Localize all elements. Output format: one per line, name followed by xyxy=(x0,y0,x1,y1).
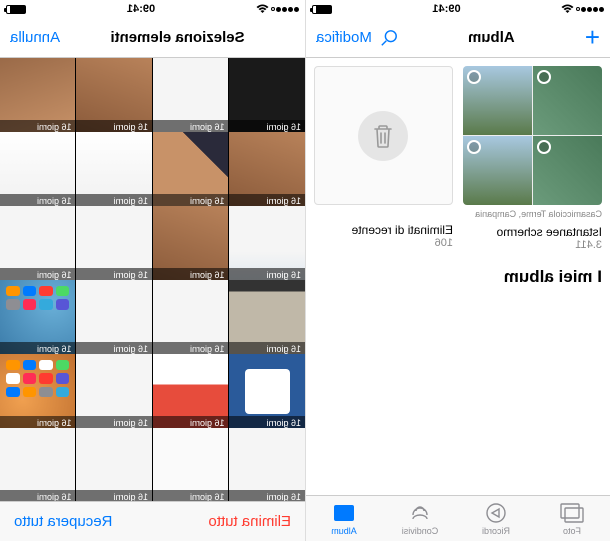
photo-item[interactable]: 16 giorni xyxy=(0,206,76,282)
photo-item[interactable]: 16 giorni xyxy=(153,354,229,430)
photo-item[interactable]: 16 giorni xyxy=(0,58,76,134)
trash-icon xyxy=(373,123,395,149)
battery-icon xyxy=(6,5,26,14)
delete-all-button[interactable]: Elimina tutto xyxy=(208,513,291,530)
album-name: Istantanee schermo xyxy=(463,225,602,239)
bottom-toolbar: Elimina tutto Recupera tutto xyxy=(0,501,305,541)
search-icon[interactable] xyxy=(380,29,398,47)
photo-item[interactable]: 16 giorni xyxy=(153,428,229,501)
photos-icon xyxy=(560,502,584,524)
tab-bar: Foto Ricordi Condivisi Album xyxy=(306,495,610,541)
tab-shared[interactable]: Condivisi xyxy=(382,496,458,541)
photo-item[interactable]: 16 giorni xyxy=(0,428,76,501)
photo-item[interactable]: 16 giorni xyxy=(77,206,153,282)
photo-item[interactable]: 16 giorni xyxy=(153,132,229,208)
photo-item[interactable]: 16 giorni xyxy=(77,354,153,430)
tab-memories[interactable]: Ricordi xyxy=(458,496,534,541)
wifi-icon xyxy=(561,4,574,14)
album-thumbnail xyxy=(314,66,453,205)
album-count: 3.411 xyxy=(463,239,602,251)
photo-item[interactable]: 16 giorni xyxy=(77,58,153,134)
status-bar: 09:41 xyxy=(306,0,610,18)
tab-photos[interactable]: Foto xyxy=(534,496,610,541)
album-recently-deleted[interactable]: Eliminati di recente 106 xyxy=(314,66,453,251)
photo-item[interactable]: 16 giorni xyxy=(0,280,76,356)
photo-item[interactable]: 16 giorni xyxy=(230,206,306,282)
select-screen: 09:41 Seleziona elementi Annulla 16 gior… xyxy=(0,0,305,541)
add-button[interactable]: + xyxy=(585,22,600,53)
photo-item[interactable]: 16 giorni xyxy=(230,354,306,430)
photo-item[interactable]: 16 giorni xyxy=(230,58,306,134)
shared-icon xyxy=(408,502,432,524)
albums-screen: 09:41 + Album Modifica Casamicciola Term… xyxy=(305,0,610,541)
album-name: Eliminati di recente xyxy=(314,223,453,237)
status-time: 09:41 xyxy=(127,3,155,15)
signal-icon xyxy=(271,7,299,12)
album-thumbnail xyxy=(463,66,602,205)
photo-item[interactable]: 16 giorni xyxy=(230,428,306,501)
photo-item[interactable]: 16 giorni xyxy=(230,132,306,208)
album-count: 106 xyxy=(314,237,453,249)
photo-item[interactable]: 16 giorni xyxy=(77,132,153,208)
albums-content[interactable]: Casamicciola Terme, Campania Istantanee … xyxy=(306,58,610,495)
battery-icon xyxy=(312,5,332,14)
nav-bar: + Album Modifica xyxy=(306,18,610,58)
photo-grid[interactable]: 16 giorni 16 giorni 16 giorni 16 giorni … xyxy=(0,58,305,501)
album-screenshots[interactable]: Casamicciola Terme, Campania Istantanee … xyxy=(463,66,602,251)
status-bar: 09:41 xyxy=(0,0,305,18)
photo-item[interactable]: 16 giorni xyxy=(153,58,229,134)
status-time: 09:41 xyxy=(432,3,460,15)
cancel-button[interactable]: Annulla xyxy=(10,29,60,46)
signal-icon xyxy=(576,7,604,12)
wifi-icon xyxy=(256,4,269,14)
nav-title: Album xyxy=(468,29,515,46)
recover-all-button[interactable]: Recupera tutto xyxy=(14,513,112,530)
section-my-albums: I miei album xyxy=(314,267,602,287)
photo-item[interactable]: 16 giorni xyxy=(0,132,76,208)
photo-item[interactable]: 16 giorni xyxy=(230,280,306,356)
photo-item[interactable]: 16 giorni xyxy=(0,354,76,430)
photo-item[interactable]: 16 giorni xyxy=(153,206,229,282)
tab-albums[interactable]: Album xyxy=(306,496,382,541)
photo-item[interactable]: 16 giorni xyxy=(77,428,153,501)
nav-bar: Seleziona elementi Annulla xyxy=(0,18,305,58)
nav-title: Seleziona elementi xyxy=(110,29,244,46)
edit-button[interactable]: Modifica xyxy=(316,29,372,46)
albums-icon xyxy=(332,502,356,524)
photo-item[interactable]: 16 giorni xyxy=(77,280,153,356)
memories-icon xyxy=(484,502,508,524)
photo-item[interactable]: 16 giorni xyxy=(153,280,229,356)
album-location: Casamicciola Terme, Campania xyxy=(463,209,602,219)
